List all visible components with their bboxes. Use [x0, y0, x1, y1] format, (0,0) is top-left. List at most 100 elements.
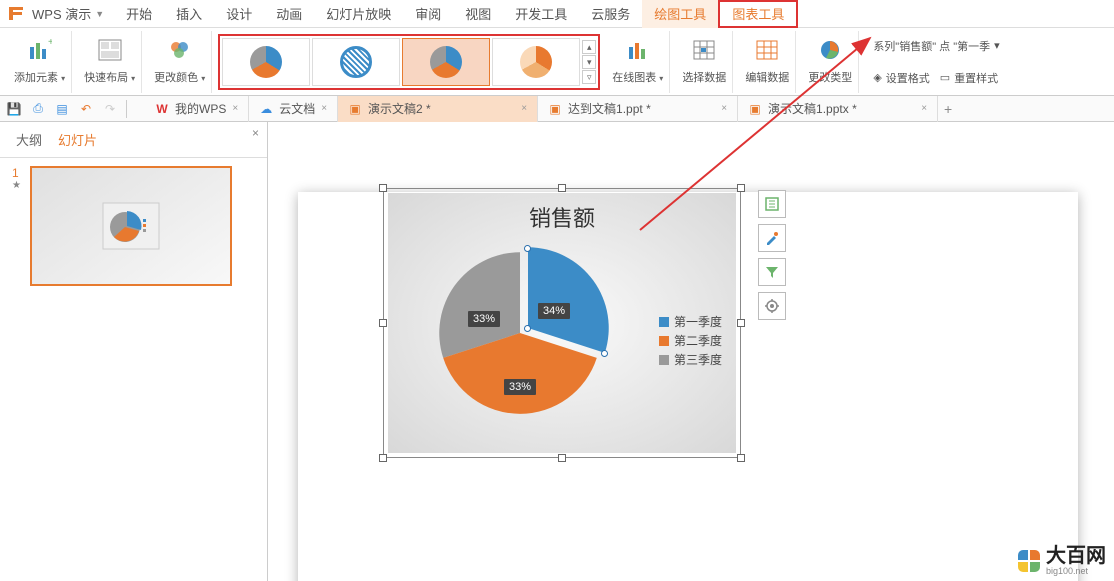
quick-access-bar: 💾 ⎙ ▤ ↶ ↷ W 我的WPS × ☁ 云文档 × ▣ 演示文稿2 * × …: [0, 96, 1114, 122]
chart-style-1[interactable]: [222, 38, 310, 86]
redo-icon[interactable]: ↷: [102, 101, 118, 117]
slide-thumb-1[interactable]: 1 ★: [12, 166, 255, 286]
menu-tab-draw-tools[interactable]: 绘图工具: [642, 0, 718, 28]
slide-thumbnails: 1 ★: [0, 158, 267, 302]
ribbon-online-chart[interactable]: 在线图表 ▾: [606, 31, 670, 93]
ribbon-label: 更改颜色 ▾: [154, 69, 205, 85]
doc-tab-mywps[interactable]: W 我的WPS ×: [145, 96, 249, 122]
chart-float-buttons: [758, 190, 786, 320]
menu-tab-chart-tools[interactable]: 图表工具: [718, 0, 798, 28]
undo-icon[interactable]: ↶: [78, 101, 94, 117]
chart-settings-button[interactable]: [758, 292, 786, 320]
reset-style-button[interactable]: ▭ 重置样式: [940, 70, 998, 86]
svg-text:+: +: [48, 39, 52, 48]
chart-title[interactable]: 销售额: [388, 193, 736, 233]
canvas-area[interactable]: 销售额: [268, 122, 1114, 581]
slide-number: 1: [12, 166, 24, 180]
ribbon-right-panel: 系列"销售额" 点 "第一季▾ ◈ 设置格式 ▭ 重置样式: [865, 32, 999, 92]
menu-tab-slideshow[interactable]: 幻灯片放映: [314, 0, 403, 28]
presentation-icon: ▣: [548, 102, 562, 116]
series-selector[interactable]: 系列"销售额" 点 "第一季▾: [873, 38, 999, 54]
sidebar-tab-slides[interactable]: 幻灯片: [50, 126, 105, 153]
doc-tab-pptx1[interactable]: ▣ 演示文稿1.pptx * ×: [738, 96, 938, 122]
doc-tab-ppt1[interactable]: ▣ 达到文稿1.ppt * ×: [538, 96, 738, 122]
ribbon-change-color[interactable]: 更改颜色 ▾: [148, 31, 212, 93]
set-format-button[interactable]: ◈ 设置格式: [873, 70, 929, 86]
menu-tab-animation[interactable]: 动画: [264, 0, 314, 28]
close-icon[interactable]: ×: [252, 126, 259, 140]
chart-style-3[interactable]: [402, 38, 490, 86]
close-icon[interactable]: ×: [721, 103, 727, 114]
chart-plot-area[interactable]: 销售额: [388, 193, 736, 453]
selection-handle[interactable]: [737, 184, 745, 192]
data-label-q2[interactable]: 33%: [504, 379, 536, 395]
reset-icon: ▭: [940, 71, 950, 84]
selection-handle[interactable]: [379, 319, 387, 327]
chart-object[interactable]: 销售额: [383, 188, 741, 458]
pie-edit-handle[interactable]: [601, 350, 608, 357]
legend-item-q1[interactable]: 第一季度: [659, 313, 722, 330]
selection-handle[interactable]: [379, 454, 387, 462]
legend-swatch: [659, 317, 669, 327]
ribbon-edit-data[interactable]: 编辑数据: [739, 31, 796, 93]
pie-edit-handle[interactable]: [524, 325, 531, 332]
menu-tab-review[interactable]: 审阅: [403, 0, 453, 28]
menu-tabs: 开始 插入 设计 动画 幻灯片放映 审阅 视图 开发工具 云服务 绘图工具 图表…: [114, 0, 798, 28]
format-icon: ◈: [873, 71, 881, 84]
ribbon-quick-layout[interactable]: 快速布局 ▾: [78, 31, 142, 93]
watermark: 大百网 big100.net: [1018, 545, 1106, 577]
add-element-icon: +: [28, 39, 52, 67]
chart-style-scroll: ▴ ▾ ▿: [582, 40, 596, 84]
sidebar-tab-outline[interactable]: 大纲: [8, 126, 50, 153]
ribbon-add-element[interactable]: + 添加元素 ▾: [8, 31, 72, 93]
selection-handle[interactable]: [558, 184, 566, 192]
scroll-expand-icon[interactable]: ▿: [582, 70, 596, 84]
doc-tab-presentation2[interactable]: ▣ 演示文稿2 * ×: [338, 96, 538, 122]
close-icon[interactable]: ×: [921, 103, 927, 114]
scroll-down-icon[interactable]: ▾: [582, 55, 596, 69]
menu-tab-cloud[interactable]: 云服务: [579, 0, 642, 28]
chart-styles-button[interactable]: [758, 224, 786, 252]
data-label-q3[interactable]: 33%: [468, 311, 500, 327]
menu-tab-start[interactable]: 开始: [114, 0, 164, 28]
chart-filter-button[interactable]: [758, 258, 786, 286]
ribbon-label: 在线图表 ▾: [612, 69, 663, 85]
data-label-q1[interactable]: 34%: [538, 303, 570, 319]
selection-handle[interactable]: [379, 184, 387, 192]
chart-legend[interactable]: 第一季度 第二季度 第三季度: [659, 313, 722, 370]
pie-chart[interactable]: 34% 33% 33%: [430, 243, 610, 423]
scroll-up-icon[interactable]: ▴: [582, 40, 596, 54]
slide-canvas[interactable]: 销售额: [298, 192, 1078, 581]
selection-handle[interactable]: [558, 454, 566, 462]
chart-style-2[interactable]: [312, 38, 400, 86]
pie-edit-handle[interactable]: [524, 245, 531, 252]
chart-style-4[interactable]: [492, 38, 580, 86]
close-icon[interactable]: ×: [521, 103, 527, 114]
menu-tab-dev[interactable]: 开发工具: [503, 0, 579, 28]
close-icon[interactable]: ×: [232, 103, 238, 114]
menu-tab-view[interactable]: 视图: [453, 0, 503, 28]
menu-tab-design[interactable]: 设计: [214, 0, 264, 28]
app-menu-dropdown[interactable]: ▼: [95, 9, 104, 19]
ribbon-change-type[interactable]: 更改类型: [802, 31, 859, 93]
chart-elements-button[interactable]: [758, 190, 786, 218]
ribbon-label: 添加元素 ▾: [14, 69, 65, 85]
selection-handle[interactable]: [737, 454, 745, 462]
legend-item-q3[interactable]: 第三季度: [659, 351, 722, 368]
add-tab-button[interactable]: +: [938, 101, 958, 117]
doc-tab-cloud[interactable]: ☁ 云文档 ×: [249, 96, 338, 122]
legend-item-q2[interactable]: 第二季度: [659, 332, 722, 349]
change-color-icon: [168, 39, 192, 67]
menu-tab-insert[interactable]: 插入: [164, 0, 214, 28]
save-icon[interactable]: 💾: [6, 101, 22, 117]
change-type-icon: [818, 39, 842, 67]
print-icon[interactable]: ⎙: [30, 101, 46, 117]
ribbon-label: 更改类型: [808, 69, 852, 85]
edit-data-icon: [755, 39, 779, 67]
ribbon-label: 快速布局 ▾: [84, 69, 135, 85]
preview-icon[interactable]: ▤: [54, 101, 70, 117]
close-icon[interactable]: ×: [321, 103, 327, 114]
ribbon-select-data[interactable]: 选择数据: [676, 31, 733, 93]
selection-handle[interactable]: [737, 319, 745, 327]
app-name: WPS 演示: [32, 4, 91, 23]
